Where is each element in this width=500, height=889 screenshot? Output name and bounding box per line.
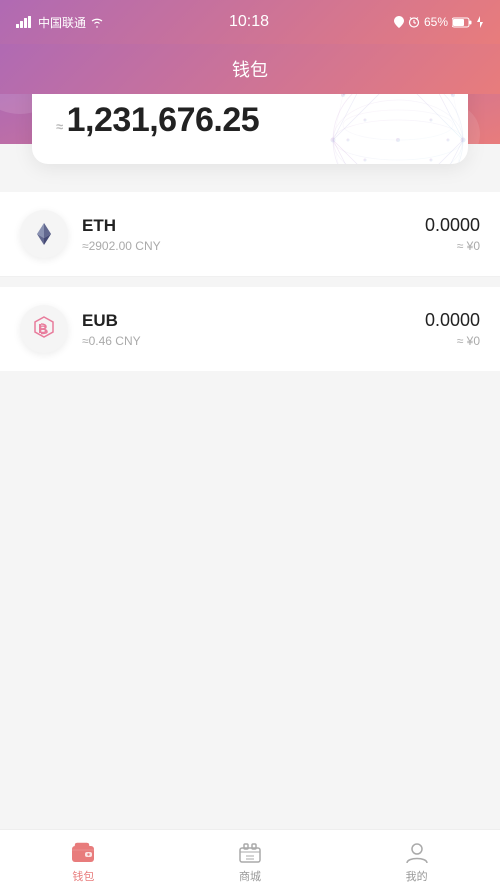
charge-icon: [476, 16, 484, 28]
eth-amount: 0.0000: [425, 215, 480, 236]
eth-symbol: ETH: [82, 216, 425, 236]
nav-profile[interactable]: 我的: [333, 835, 500, 884]
wifi-icon: [90, 17, 104, 28]
page-header: 钱包: [0, 44, 500, 94]
wallet-nav-icon: [71, 841, 95, 865]
battery-percent: 65%: [424, 15, 448, 29]
page-title: 钱包: [232, 56, 268, 82]
status-left: 中国联通: [16, 14, 104, 31]
eth-icon: [31, 221, 57, 247]
profile-nav-icon: [405, 841, 429, 865]
section-separator: [0, 277, 500, 287]
eth-balance: 0.0000 ≈ ¥0: [425, 215, 480, 253]
eub-cny: ≈ ¥0: [425, 334, 480, 348]
battery-icon: [452, 17, 472, 28]
market-icon: [238, 842, 262, 864]
wallet-card[interactable]: 总资产 (CNY) ≈1,231,676.25: [32, 94, 468, 164]
profile-icon: [405, 842, 429, 864]
status-right: 65%: [394, 15, 484, 29]
carrier-label: 中国联通: [38, 14, 86, 31]
location-icon: [394, 16, 404, 28]
wallet-icon: [71, 842, 95, 864]
market-nav-icon: [238, 841, 262, 865]
nav-market[interactable]: 商城: [167, 835, 334, 884]
nav-market-label: 商城: [239, 868, 261, 884]
eth-info: ETH ≈2902.00 CNY: [82, 216, 425, 253]
eub-amount: 0.0000: [425, 310, 480, 331]
eth-cny: ≈ ¥0: [425, 239, 480, 253]
asset-list: ETH ≈2902.00 CNY 0.0000 ≈ ¥0 B: [0, 192, 500, 371]
alarm-icon: [408, 16, 420, 28]
eth-price: ≈2902.00 CNY: [82, 239, 425, 253]
eub-balance: 0.0000 ≈ ¥0: [425, 310, 480, 348]
eth-icon-container: [20, 210, 68, 258]
approx-symbol: ≈: [56, 119, 63, 134]
nav-wallet[interactable]: 钱包: [0, 835, 167, 884]
asset-item-eth[interactable]: ETH ≈2902.00 CNY 0.0000 ≈ ¥0: [0, 192, 500, 277]
eub-info: EUB ≈0.46 CNY: [82, 311, 425, 348]
eub-price: ≈0.46 CNY: [82, 334, 425, 348]
eub-symbol: EUB: [82, 311, 425, 331]
nav-profile-label: 我的: [406, 868, 428, 884]
asset-item-eub[interactable]: B EUB ≈0.46 CNY 0.0000 ≈ ¥0: [0, 287, 500, 371]
eub-icon: B: [31, 316, 57, 342]
eub-icon-container: B: [20, 305, 68, 353]
dome-decoration: [318, 94, 468, 164]
main-content: 总资产 (CNY) ≈1,231,676.25 ETH ≈2902.00 CNY: [0, 94, 500, 829]
wallet-amount-value: 1,231,676.25: [67, 101, 260, 139]
nav-wallet-label: 钱包: [72, 868, 94, 884]
status-time: 10:18: [229, 13, 269, 31]
signal-icon: [16, 16, 34, 28]
status-bar: 中国联通 10:18 65%: [0, 0, 500, 44]
bottom-nav: 钱包 商城 我的: [0, 829, 500, 889]
